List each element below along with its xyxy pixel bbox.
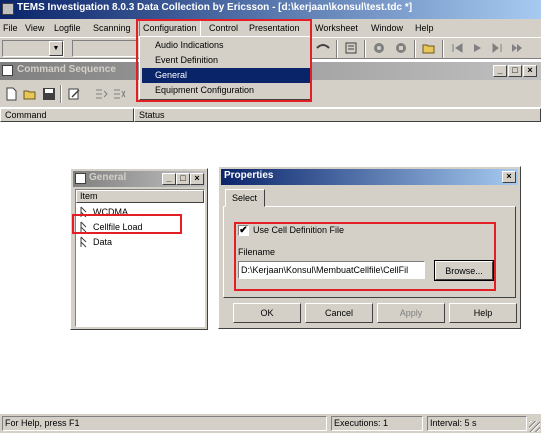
toolbar-separator xyxy=(336,40,338,58)
ok-button[interactable]: OK xyxy=(233,303,301,323)
command-list-header: Command Status xyxy=(0,108,541,122)
stop-record-icon[interactable] xyxy=(392,39,410,57)
configuration-dropdown: Audio Indications Event Definition Gener… xyxy=(139,36,311,100)
tab-panel: ✔ Use Cell Definition File Filename D:\K… xyxy=(223,206,516,298)
filename-input[interactable]: D:\Kerjaan\Konsul\MembuatCellfile\CellFi… xyxy=(238,261,425,279)
toolbar-separator xyxy=(60,85,62,103)
status-interval: Interval: 5 s xyxy=(427,416,527,431)
close-button[interactable]: × xyxy=(190,173,204,185)
status-bar: For Help, press F1 Executions: 1 Interva… xyxy=(0,414,541,433)
menu-worksheet[interactable]: Worksheet xyxy=(312,19,361,37)
app-title-bar[interactable]: TEMS Investigation 8.0.3 Data Collection… xyxy=(0,0,541,19)
maximize-button[interactable]: □ xyxy=(176,173,190,185)
menu-item-audio-indications[interactable]: Audio Indications xyxy=(142,38,310,53)
edit-icon[interactable] xyxy=(65,85,83,103)
general-title: General xyxy=(89,172,127,183)
save-icon[interactable] xyxy=(40,85,58,103)
minimize-button[interactable]: _ xyxy=(162,173,176,185)
rewind-icon[interactable] xyxy=(448,39,466,57)
toolbar-separator xyxy=(442,40,444,58)
help-button[interactable]: Help xyxy=(449,303,517,323)
list-item-label: WCDMA xyxy=(93,207,128,217)
minimize-button[interactable]: _ xyxy=(493,65,507,77)
menu-configuration[interactable]: Configuration xyxy=(139,19,201,37)
menu-file[interactable]: File xyxy=(0,19,21,37)
browse-button[interactable]: Browse... xyxy=(434,260,494,281)
menu-control[interactable]: Control xyxy=(206,19,241,37)
menu-logfile[interactable]: Logfile xyxy=(51,19,84,37)
properties-icon[interactable] xyxy=(342,39,360,57)
use-cell-definition-label[interactable]: Use Cell Definition File xyxy=(253,225,344,235)
menu-item-event-definition[interactable]: Event Definition xyxy=(142,53,310,68)
antenna-icon xyxy=(80,236,87,248)
list-item-label: Data xyxy=(93,237,113,247)
play-icon[interactable] xyxy=(468,39,486,57)
tab-select[interactable]: Select xyxy=(225,189,265,207)
fast-forward-icon[interactable] xyxy=(508,39,526,57)
menu-bar: File View Logfile Scanning Configuration… xyxy=(0,19,541,37)
column-header-command[interactable]: Command xyxy=(0,108,134,122)
antenna-icon xyxy=(80,206,87,218)
maximize-button[interactable]: □ xyxy=(508,65,522,77)
list-item-label: Cellfile Load xyxy=(93,222,143,232)
antenna-icon xyxy=(80,221,87,233)
properties-title: Properties xyxy=(224,170,274,181)
properties-title-bar[interactable]: Properties × xyxy=(221,169,518,185)
list-item-data[interactable]: Data xyxy=(79,236,199,249)
apply-button[interactable]: Apply xyxy=(377,303,445,323)
close-button[interactable]: × xyxy=(523,65,537,77)
column-header-status[interactable]: Status xyxy=(134,108,541,122)
menu-window[interactable]: Window xyxy=(368,19,406,37)
step-forward-icon[interactable] xyxy=(488,39,506,57)
chevron-down-icon[interactable]: ▼ xyxy=(49,41,63,56)
filename-value: D:\Kerjaan\Konsul\MembuatCellfile\CellFi… xyxy=(241,265,409,275)
status-executions: Executions: 1 xyxy=(331,416,423,431)
open-folder-icon[interactable] xyxy=(21,85,39,103)
menu-help[interactable]: Help xyxy=(412,19,437,37)
cancel-button[interactable]: Cancel xyxy=(305,303,373,323)
app-icon xyxy=(2,3,14,15)
toolbar-separator xyxy=(414,40,416,58)
status-help-text: For Help, press F1 xyxy=(2,416,327,431)
equipment-combo[interactable]: ▼ xyxy=(2,40,64,57)
list-item-wcdma[interactable]: WCDMA xyxy=(79,206,199,219)
general-item-list[interactable]: Item WCDMA Cellfile Load Data xyxy=(75,189,205,327)
command-sequence-title: Command Sequence xyxy=(17,64,116,75)
run-sequence-icon[interactable] xyxy=(92,85,110,103)
list-item-cellfile-load[interactable]: Cellfile Load xyxy=(79,221,199,234)
record-icon[interactable] xyxy=(370,39,388,57)
new-file-icon[interactable] xyxy=(2,85,20,103)
general-title-bar[interactable]: General _ □ × xyxy=(73,171,205,187)
close-button[interactable]: × xyxy=(502,171,516,183)
use-cell-definition-checkbox[interactable]: ✔ xyxy=(238,225,249,236)
toolbar-separator xyxy=(364,40,366,58)
disconnect-icon[interactable] xyxy=(314,39,332,57)
app-title: TEMS Investigation 8.0.3 Data Collection… xyxy=(17,2,413,13)
item-column-header[interactable]: Item xyxy=(76,190,204,203)
menu-presentation[interactable]: Presentation xyxy=(246,19,303,37)
window-icon xyxy=(2,65,13,76)
menu-item-general[interactable]: General xyxy=(142,68,310,83)
menu-item-equipment-configuration[interactable]: Equipment Configuration xyxy=(142,83,310,98)
filename-label: Filename xyxy=(238,247,276,257)
general-window: General _ □ × Item WCDMA Cellfile Load D… xyxy=(70,168,208,330)
resize-grip-icon[interactable] xyxy=(529,421,540,432)
open-folder-icon[interactable] xyxy=(420,39,438,57)
menu-view[interactable]: View xyxy=(22,19,47,37)
window-icon xyxy=(75,173,86,184)
properties-dialog: Properties × Select ✔ Use Cell Definitio… xyxy=(218,166,521,329)
toolbar-combo-2[interactable] xyxy=(72,40,138,57)
stop-sequence-icon[interactable] xyxy=(110,85,128,103)
menu-scanning[interactable]: Scanning xyxy=(90,19,134,37)
tab-label: Select xyxy=(232,193,258,203)
